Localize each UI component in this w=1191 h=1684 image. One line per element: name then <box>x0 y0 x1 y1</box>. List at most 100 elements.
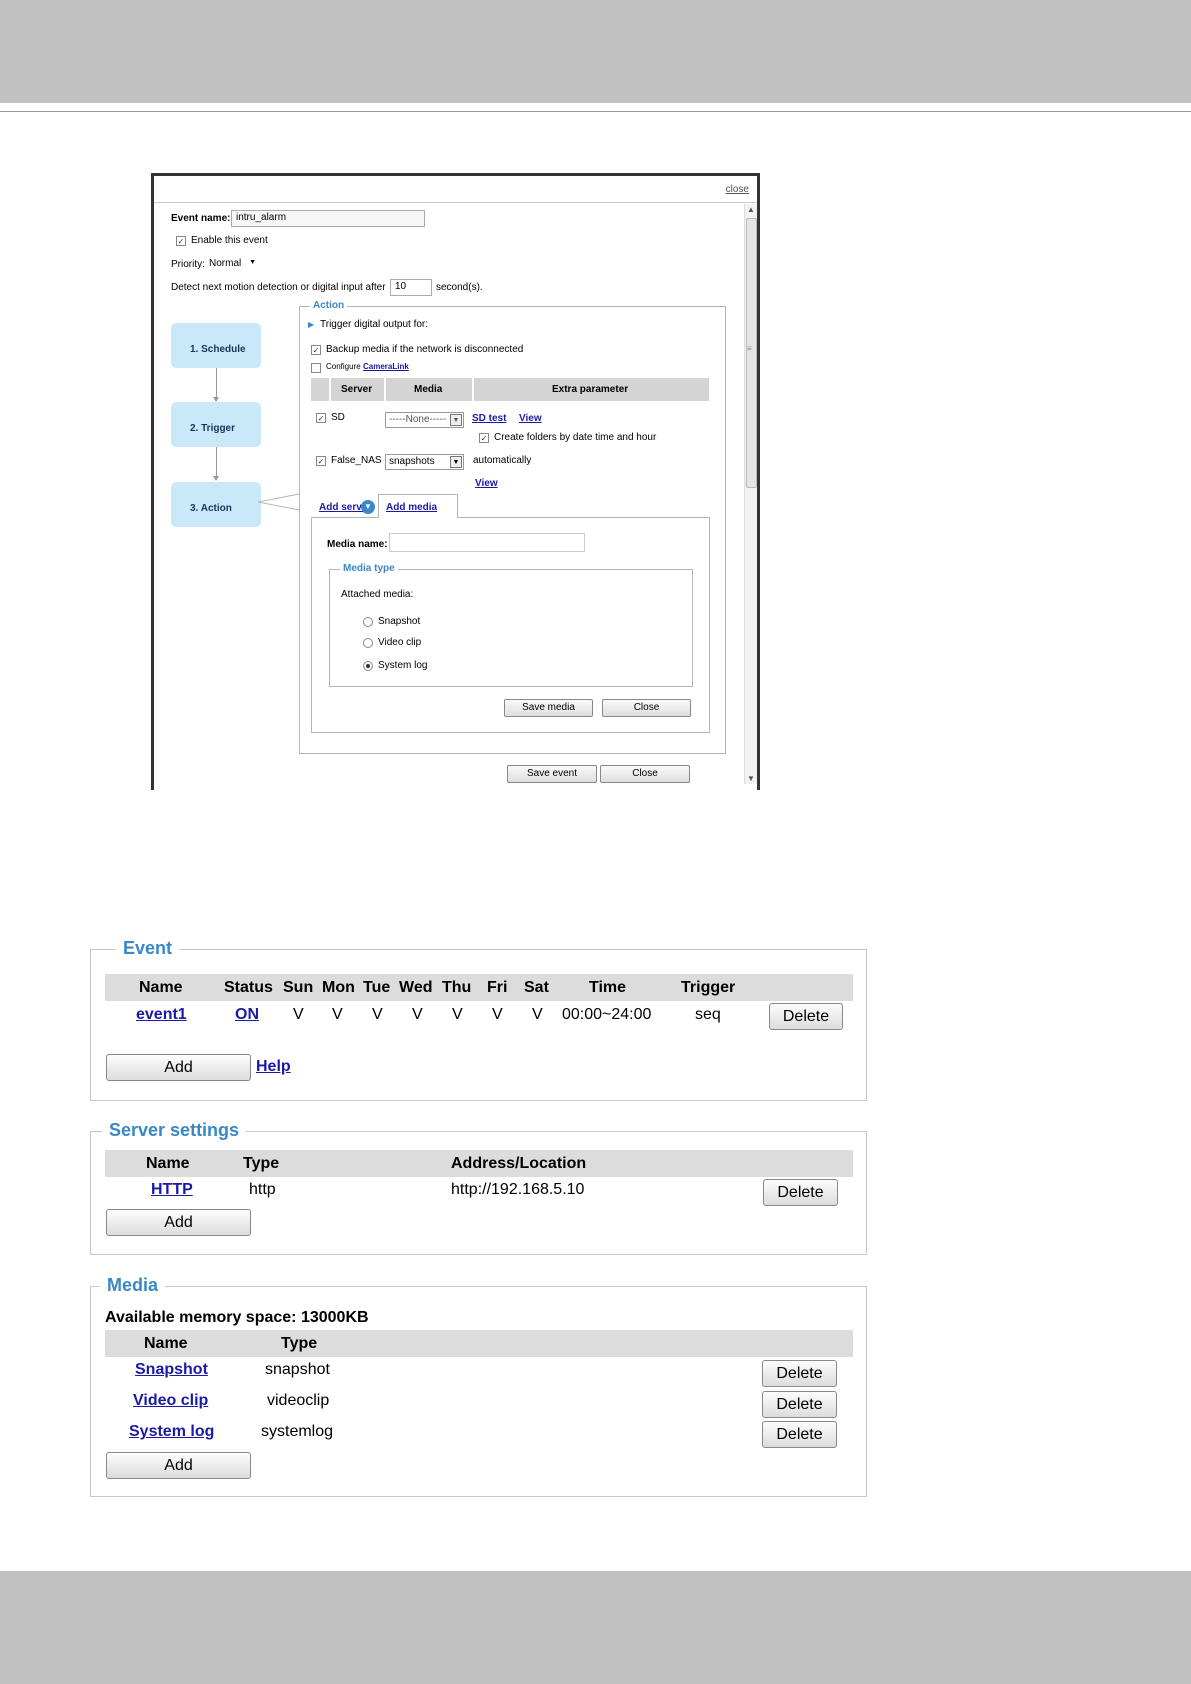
step-connector <box>258 493 300 511</box>
media-panel-title: Media <box>100 1275 166 1296</box>
help-link[interactable]: Help <box>256 1058 291 1076</box>
sd-server-checkbox[interactable]: ✓ <box>316 413 326 423</box>
header-name: Name <box>146 1155 190 1172</box>
header-extra-parameter: Extra parameter <box>552 384 629 395</box>
header-time: Time <box>589 979 627 996</box>
event-name-input[interactable]: intru_alarm <box>231 210 425 227</box>
scroll-grip-icon: ≡ <box>747 344 752 353</box>
chevron-down-icon: ▼ <box>450 456 462 468</box>
enable-event-checkbox[interactable]: ✓ <box>176 236 186 246</box>
server-name-link[interactable]: HTTP <box>151 1181 193 1199</box>
create-folders-label: Create folders by date time and hour <box>494 432 657 443</box>
nas-server-checkbox[interactable]: ✓ <box>316 456 326 466</box>
scroll-edge-mark <box>758 655 760 790</box>
server-table-header: Server Media Extra parameter <box>311 378 709 401</box>
media-system-log-link[interactable]: System log <box>129 1423 214 1441</box>
header-sat: Sat <box>524 979 549 996</box>
close-event-button[interactable]: Close <box>600 765 690 783</box>
step-arrow <box>213 447 219 481</box>
attached-media-label: Attached media: <box>341 589 414 600</box>
event-status-link[interactable]: ON <box>235 1006 259 1024</box>
media-add-button[interactable]: Add <box>106 1452 251 1479</box>
server-delete-button[interactable]: Delete <box>763 1179 838 1206</box>
media-snapshot-link[interactable]: Snapshot <box>135 1361 208 1379</box>
event-delete-button[interactable]: Delete <box>769 1003 843 1030</box>
nas-view-link[interactable]: View <box>475 478 498 489</box>
server-add-button[interactable]: Add <box>106 1209 251 1236</box>
media-snapshot-delete-button[interactable]: Delete <box>762 1360 837 1387</box>
scroll-down-icon[interactable]: ▼ <box>747 774 755 783</box>
tab-add-media-label: Add media <box>386 502 438 513</box>
event-name-label: Event name: <box>171 213 231 224</box>
column-divider <box>472 378 474 401</box>
close-media-button[interactable]: Close <box>602 699 691 717</box>
header-type: Type <box>243 1155 280 1172</box>
step-action[interactable]: 3. Action <box>171 482 261 527</box>
cameralink-link[interactable]: CameraLink <box>363 362 409 371</box>
create-folders-checkbox[interactable]: ✓ <box>479 433 489 443</box>
header-name: Name <box>144 1335 188 1352</box>
header-sun: Sun <box>283 979 314 996</box>
priority-value: Normal <box>209 258 242 269</box>
sd-view-link[interactable]: View <box>519 413 542 424</box>
radio-snapshot-label: Snapshot <box>378 616 421 627</box>
event-settings-dialog: close ▲ ≡ ▼ Event name: intru_alarm ✓ En… <box>151 173 760 790</box>
media-panel: Media Available memory space: 13000KB Na… <box>90 1275 867 1497</box>
event-day-tue: V <box>372 1006 383 1023</box>
detect-seconds-input[interactable]: 10 <box>390 279 432 296</box>
header-media: Media <box>414 384 443 395</box>
action-legend: Action <box>310 300 348 311</box>
media-type-legend: Media type <box>340 563 398 574</box>
sd-test-link[interactable]: SD test <box>472 413 506 424</box>
sd-media-select[interactable]: -----None----- ▼ <box>385 412 464 428</box>
dropdown-triangle-icon[interactable]: ▼ <box>361 500 375 514</box>
step-trigger[interactable]: 2. Trigger <box>171 402 261 447</box>
dialog-close-link[interactable]: close <box>726 184 749 195</box>
radio-system-log[interactable] <box>363 661 373 671</box>
header-mon: Mon <box>322 979 355 996</box>
save-event-button[interactable]: Save event <box>507 765 597 783</box>
tab-add-media[interactable]: Add media <box>378 494 458 518</box>
configure-label: Configure <box>326 362 361 371</box>
chevron-down-icon: ▼ <box>249 259 256 266</box>
header-address: Address/Location <box>451 1155 587 1172</box>
header-trigger: Trigger <box>681 979 736 996</box>
backup-media-checkbox[interactable]: ✓ <box>311 345 321 355</box>
radio-system-log-label: System log <box>378 660 428 671</box>
nas-extra-label: automatically <box>473 455 532 466</box>
event-name-link[interactable]: event1 <box>136 1006 187 1024</box>
event-add-button[interactable]: Add <box>106 1054 251 1081</box>
server-panel-title: Server settings <box>102 1120 247 1141</box>
save-media-button[interactable]: Save media <box>504 699 593 717</box>
event-day-sun: V <box>293 1006 304 1023</box>
column-divider <box>329 378 331 401</box>
event-table-header: Name Status Sun Mon Tue Wed Thu Fri Sat … <box>105 974 853 1001</box>
detect-label: Detect next motion detection or digital … <box>171 282 386 293</box>
priority-select[interactable]: Normal ▼ <box>206 257 258 273</box>
event-trigger: seq <box>695 1006 721 1023</box>
event-day-sat: V <box>532 1006 543 1023</box>
media-video-clip-delete-button[interactable]: Delete <box>762 1391 837 1418</box>
scrollbar-thumb[interactable] <box>746 218 757 488</box>
expand-arrow-icon[interactable]: ▶ <box>308 320 314 329</box>
media-video-clip-link[interactable]: Video clip <box>133 1392 208 1410</box>
event-day-thu: V <box>452 1006 463 1023</box>
configure-cameralink-checkbox[interactable] <box>311 363 321 373</box>
media-name-input[interactable] <box>389 533 585 552</box>
dialog-divider <box>154 202 757 203</box>
server-table-header: Name Type Address/Location <box>105 1150 853 1177</box>
page-header-band <box>0 0 1191 103</box>
header-fri: Fri <box>487 979 508 996</box>
media-table-header: Name Type <box>105 1330 853 1357</box>
step-schedule[interactable]: 1. Schedule <box>171 323 261 368</box>
event-day-wed: V <box>412 1006 423 1023</box>
radio-video-clip[interactable] <box>363 638 373 648</box>
radio-snapshot[interactable] <box>363 617 373 627</box>
trigger-output-label[interactable]: Trigger digital output for: <box>320 319 428 330</box>
nas-media-select[interactable]: snapshots ▼ <box>385 454 464 470</box>
nas-server-name: False_NAS <box>331 455 382 466</box>
media-system-log-delete-button[interactable]: Delete <box>762 1421 837 1448</box>
dialog-scrollbar[interactable]: ▲ ≡ ▼ <box>744 204 757 784</box>
scroll-up-icon[interactable]: ▲ <box>747 205 755 214</box>
header-status: Status <box>224 979 273 996</box>
